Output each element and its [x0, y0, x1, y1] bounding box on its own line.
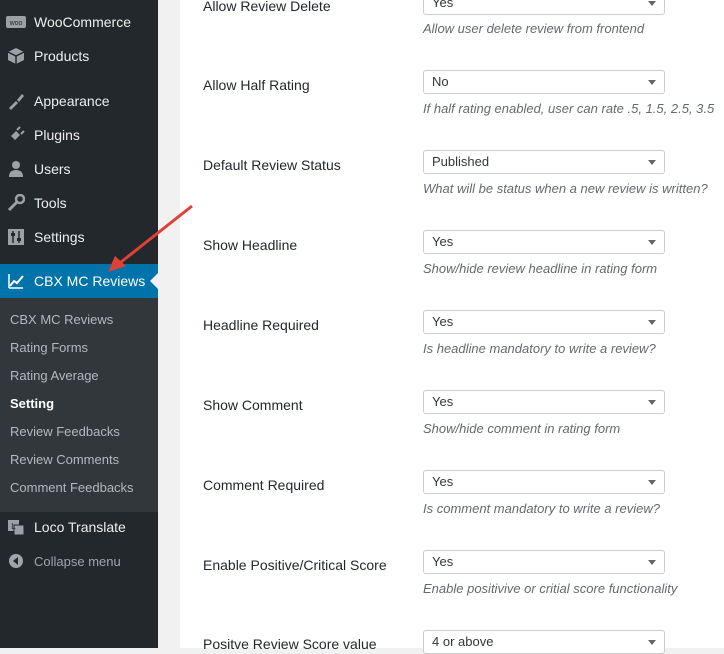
- annotation-arrow: [108, 204, 193, 272]
